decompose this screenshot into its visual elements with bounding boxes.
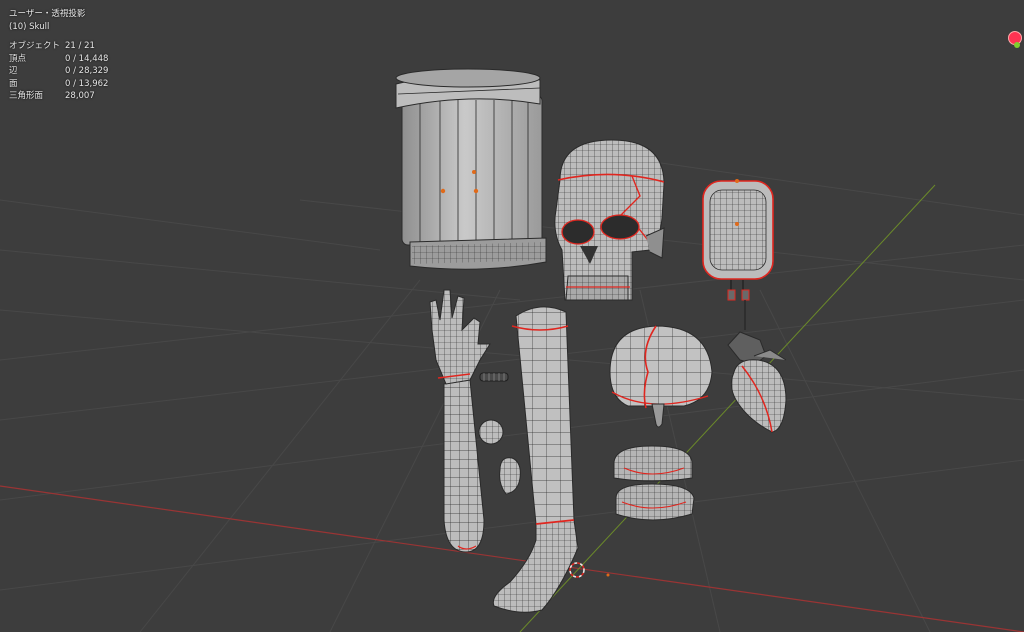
stat-value: 0 / 28,329: [65, 66, 109, 76]
active-object-label: (10) Skull: [9, 21, 50, 32]
stat-label: 辺: [9, 66, 18, 76]
navigation-gizmo-y[interactable]: [1014, 42, 1020, 48]
ear-object[interactable]: [499, 457, 521, 495]
statistics-panel: オブジェクト 21 / 21 頂点 0 / 14,448 辺 0 / 28,32…: [9, 40, 108, 103]
3d-viewport[interactable]: [0, 0, 1024, 632]
stat-label: 面: [9, 78, 18, 89]
stat-value: 0 / 14,448: [65, 53, 109, 64]
view-mode-label: ユーザー・透視投影: [9, 9, 86, 19]
viewport-overlay: ユーザー・透視投影 (10) Skull オブジェクト 21 / 21 頂点 0…: [9, 8, 108, 103]
stat-row: 頂点 0 / 14,448: [9, 53, 108, 66]
stat-label: 頂点: [9, 53, 27, 64]
skull-object[interactable]: [554, 139, 665, 301]
stat-row: 面 0 / 13,962: [9, 78, 108, 91]
stat-label: オブジェクト: [9, 41, 61, 51]
stat-value: 0 / 13,962: [65, 78, 109, 89]
stat-row: オブジェクト 21 / 21: [9, 40, 108, 53]
stat-row: 三角形面 28,007: [9, 90, 108, 103]
jar-object[interactable]: [395, 68, 547, 270]
stat-value: 21 / 21: [65, 41, 95, 51]
teeth-object[interactable]: [613, 445, 695, 521]
eyeball-object[interactable]: [478, 419, 504, 445]
stat-value: 28,007: [65, 91, 95, 101]
spine-object[interactable]: [479, 372, 509, 382]
heart-object[interactable]: [727, 331, 787, 433]
iv-bag-object[interactable]: [702, 179, 774, 330]
stat-row: 辺 0 / 28,329: [9, 65, 108, 78]
stat-label: 三角形面: [9, 91, 44, 101]
